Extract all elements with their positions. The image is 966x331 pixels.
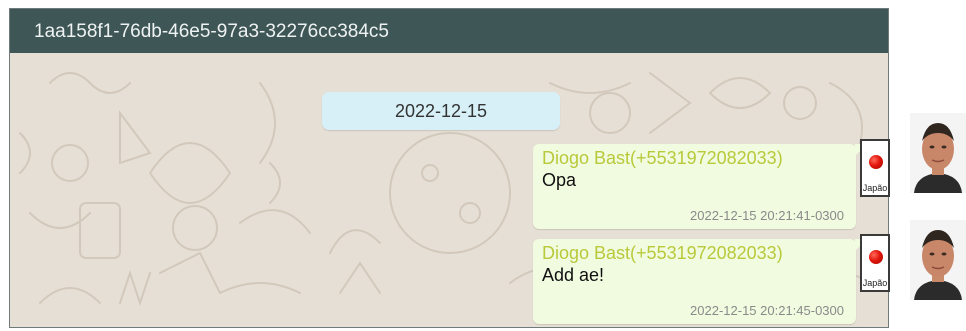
message-timestamp: 2022-12-15 20:21:45-0300 — [690, 303, 844, 318]
country-label: Japão — [862, 183, 888, 193]
country-label: Japão — [862, 278, 888, 288]
avatar[interactable] — [910, 113, 966, 193]
country-flag: Japão — [860, 139, 890, 197]
chat-header: 1aa158f1-76db-46e5-97a3-32276cc384c5 — [10, 9, 888, 53]
message-text: Add ae! — [542, 265, 605, 285]
japan-flag-icon — [869, 155, 883, 169]
date-separator: 2022-12-15 — [322, 92, 560, 130]
message-timestamp: 2022-12-15 20:21:41-0300 — [690, 208, 844, 223]
user-avatar-icon — [910, 113, 966, 193]
message-sender: Diogo Bast(+5531972082033) — [542, 243, 783, 263]
avatar[interactable] — [910, 220, 966, 300]
message-sender: Diogo Bast(+5531972082033) — [542, 148, 783, 168]
user-avatar-icon — [910, 220, 966, 300]
chat-panel: 1aa158f1-76db-46e5-97a3-32276cc384c5 202… — [9, 8, 889, 328]
chat-title: 1aa158f1-76db-46e5-97a3-32276cc384c5 — [34, 21, 389, 42]
message-bubble[interactable]: Diogo Bast(+5531972082033) Opa 2022-12-1… — [533, 144, 867, 229]
message-text: Opa — [542, 170, 577, 190]
country-flag: Japão — [860, 234, 890, 292]
japan-flag-icon — [869, 250, 883, 264]
message-bubble[interactable]: Diogo Bast(+5531972082033) Add ae! 2022-… — [533, 239, 867, 324]
